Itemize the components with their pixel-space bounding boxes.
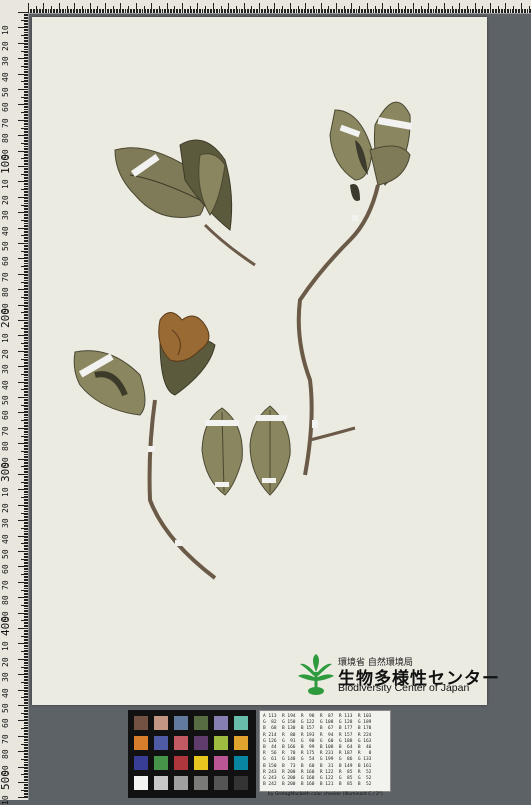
center-name-en: Biodiversity Center of Japan	[338, 682, 470, 694]
color-value-row: G 61 G 148 G 54 G 199 G 86 G 133	[263, 757, 372, 763]
color-swatch	[174, 776, 188, 790]
color-value-row: R 214 R 80 R 193 R 94 R 157 R 224	[263, 732, 372, 738]
color-swatch	[134, 716, 148, 730]
color-value-row: B 68 B 130 B 157 B 67 B 177 B 170	[263, 726, 372, 732]
color-swatch	[234, 716, 248, 730]
color-value-row: G 82 G 150 G 122 G 108 G 128 G 189	[263, 720, 372, 726]
color-value-row: B 44 B 166 B 99 B 108 B 64 B 46	[263, 745, 372, 750]
color-swatch	[194, 736, 208, 750]
color-swatch	[134, 736, 148, 750]
upper-left-branch	[114, 139, 256, 267]
color-checker-caption: by GretagMacbeth color checker (Illumina…	[268, 792, 383, 797]
color-swatch	[174, 716, 188, 730]
color-value-row: R 56 R 70 R 175 R 231 R 187 R 8	[263, 751, 372, 757]
color-swatch	[134, 776, 148, 790]
color-swatch	[154, 756, 168, 770]
loose-leaves	[201, 405, 291, 496]
color-swatch	[154, 776, 168, 790]
biodiversity-center-logo-icon	[298, 654, 334, 695]
color-swatch	[154, 736, 168, 750]
color-swatch	[214, 716, 228, 730]
color-value-row: A 113 R 194 R 98 R 87 R 113 R 103	[263, 714, 372, 719]
color-swatch	[214, 776, 228, 790]
color-value-row: B 150 B 73 B 60 B 31 B 149 B 161	[263, 763, 372, 769]
color-swatch	[234, 776, 248, 790]
color-swatch	[214, 756, 228, 770]
color-value-row: G 243 G 200 G 160 G 122 G 85 G 52	[263, 776, 372, 781]
color-swatch	[154, 716, 168, 730]
color-value-row: G 126 G 91 G 90 G 60 G 188 G 163	[263, 738, 372, 744]
color-value-row: B 242 B 200 B 160 B 121 B 85 B 52	[263, 782, 372, 788]
color-checker-chart	[128, 710, 256, 798]
right-branch	[296, 101, 413, 476]
color-swatch	[234, 736, 248, 750]
color-swatch	[194, 776, 208, 790]
color-value-row: R 243 R 200 R 160 R 122 R 85 R 52	[263, 769, 372, 775]
color-swatch	[174, 756, 188, 770]
color-swatch	[134, 756, 148, 770]
color-swatch	[174, 736, 188, 750]
color-swatch	[234, 756, 248, 770]
color-swatch	[194, 716, 208, 730]
color-swatch	[194, 756, 208, 770]
lower-left-branch	[73, 312, 217, 580]
color-swatch	[214, 736, 228, 750]
color-values-card: A 113 R 194 R 98 R 87 R 113 R 103 G 82 G …	[259, 710, 391, 792]
